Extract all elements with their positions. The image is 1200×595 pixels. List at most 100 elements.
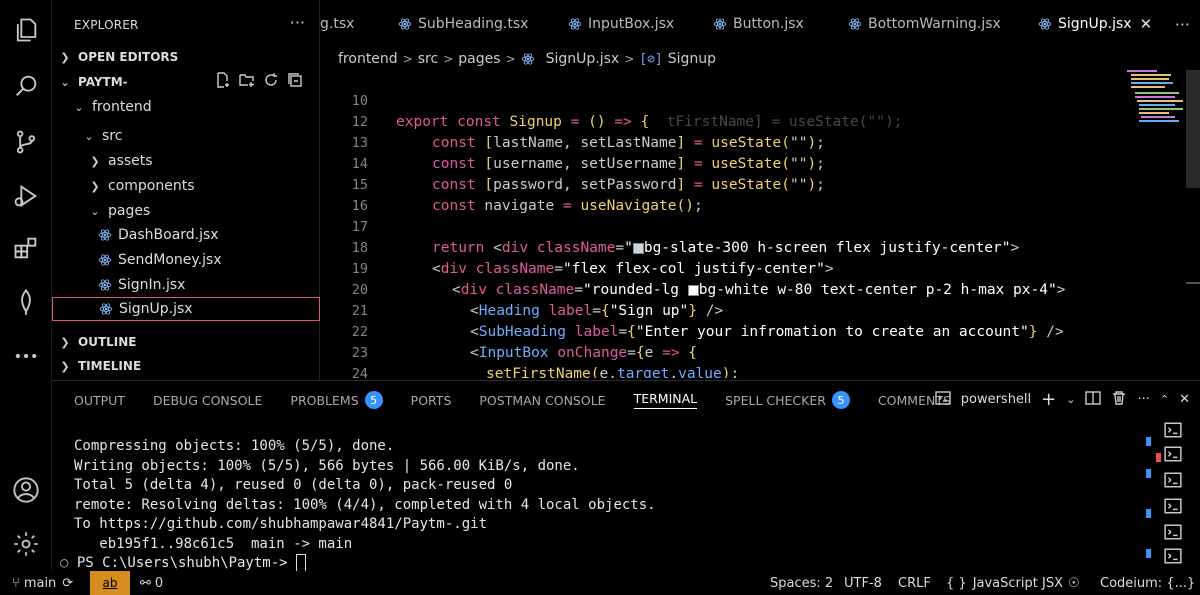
- codeium-status[interactable]: Codeium: {...}: [1100, 576, 1195, 591]
- code-line: 23 setFirstName(e.target.value);: [320, 322, 1180, 378]
- tree-item-pages[interactable]: ⌄ pages: [88, 199, 356, 223]
- account-icon[interactable]: [10, 474, 42, 506]
- tree-item-signup[interactable]: SignUp.jsx: [52, 297, 320, 321]
- tab-bottomwarning[interactable]: BottomWarning.jsx: [848, 0, 1001, 48]
- tab-subheading[interactable]: SubHeading.tsx: [398, 0, 528, 48]
- minimap[interactable]: [1125, 68, 1185, 138]
- breadcrumb-item[interactable]: Signup: [668, 51, 716, 67]
- breadcrumb-item[interactable]: src: [418, 51, 438, 67]
- terminal-instance-icon[interactable]: [1164, 445, 1184, 463]
- new-folder-icon[interactable]: [238, 71, 256, 89]
- outline-section[interactable]: ❯ OUTLINE: [58, 330, 326, 354]
- explorer-icon[interactable]: [10, 14, 42, 46]
- timeline-section[interactable]: ❯ TIMELINE: [58, 354, 326, 378]
- maximize-panel-icon[interactable]: ⌃: [1160, 393, 1169, 406]
- editor-scrollbar[interactable]: [1186, 70, 1200, 188]
- tree-item-frontend[interactable]: ⌄ frontend: [72, 95, 340, 119]
- breadcrumb-item[interactable]: frontend: [338, 51, 398, 67]
- spell-check-toggle[interactable]: ab: [90, 571, 130, 595]
- chevron-right-icon: ❯: [60, 359, 70, 373]
- refresh-icon[interactable]: [262, 71, 280, 89]
- indentation-indicator[interactable]: Spaces: 2: [770, 576, 833, 591]
- react-icon: [398, 17, 412, 31]
- source-control-icon[interactable]: [10, 126, 42, 158]
- code-line: 19 <div className="rounded-lg bg-white w…: [320, 238, 1180, 298]
- shell-name[interactable]: powershell: [961, 392, 1031, 407]
- collapse-all-icon[interactable]: [286, 71, 304, 89]
- terminal-instance-icon[interactable]: [1164, 523, 1184, 541]
- chevron-down-icon: ⌄: [90, 204, 100, 218]
- language-mode[interactable]: { } JavaScript JSX: [946, 576, 1063, 591]
- ports-indicator[interactable]: ⚯ 0: [140, 576, 163, 591]
- tab-ports[interactable]: PORTS: [411, 393, 452, 408]
- breadcrumb-separator: >: [624, 52, 635, 66]
- new-terminal-button[interactable]: +: [1041, 389, 1056, 410]
- tree-item-label: assets: [108, 153, 153, 169]
- tab-spell-checker[interactable]: SPELL CHECKER 5: [725, 391, 850, 409]
- tree-item-assets[interactable]: ❯ assets: [88, 149, 356, 173]
- activity-bar: [0, 0, 52, 571]
- new-file-icon[interactable]: [214, 71, 232, 89]
- breadcrumb-item[interactable]: SignUp.jsx: [546, 51, 620, 67]
- terminal-instance-icon[interactable]: [1164, 547, 1184, 565]
- run-debug-icon[interactable]: [10, 180, 42, 212]
- code-line: 22 <InputBox onChange={e => {: [320, 301, 1180, 361]
- code-line: 18 <div className="flex flex-col justify…: [320, 217, 1180, 277]
- trash-icon[interactable]: [1111, 390, 1127, 410]
- terminal-instance-icon[interactable]: [1164, 471, 1184, 489]
- tab-postman-console[interactable]: POSTMAN CONSOLE: [479, 393, 605, 408]
- bottom-panel: OUTPUT DEBUG CONSOLE PROBLEMS 5 PORTS POS…: [52, 380, 1200, 574]
- tabs-more-button[interactable]: ···: [1175, 15, 1190, 34]
- tree-item-src[interactable]: ⌄ src: [82, 124, 350, 148]
- spell-checker-count-badge: 5: [831, 391, 850, 409]
- tab-problems[interactable]: PROBLEMS 5: [290, 391, 383, 409]
- extensions-icon[interactable]: [10, 232, 42, 264]
- eol-indicator[interactable]: CRLF: [898, 576, 931, 591]
- terminal-line: Writing objects: 100% (5/5), 566 bytes |…: [74, 457, 580, 474]
- encoding-indicator[interactable]: UTF-8: [844, 576, 882, 591]
- tab-label: SignUp.jsx: [1058, 16, 1132, 32]
- tab-button[interactable]: Button.jsx: [713, 0, 804, 48]
- settings-gear-icon[interactable]: [10, 528, 42, 560]
- tree-item-label: DashBoard.jsx: [118, 227, 219, 243]
- explorer-more-button[interactable]: ···: [290, 13, 305, 32]
- tree-item-components[interactable]: ❯ components: [88, 174, 356, 198]
- tab-g-tsx[interactable]: g.tsx: [320, 0, 354, 48]
- scrollbar-marker: [1186, 282, 1200, 284]
- more-views-icon[interactable]: [10, 340, 42, 372]
- react-icon: [713, 17, 727, 31]
- tab-terminal[interactable]: TERMINAL: [633, 391, 698, 409]
- breadcrumb-item[interactable]: pages: [458, 51, 500, 67]
- chevron-down-icon[interactable]: ⌄: [1066, 393, 1075, 406]
- outline-label: OUTLINE: [78, 335, 137, 349]
- search-icon[interactable]: [10, 70, 42, 102]
- terminal-shell-icon: [935, 390, 951, 410]
- tab-inputbox[interactable]: InputBox.jsx: [568, 0, 674, 48]
- split-terminal-icon[interactable]: [1085, 390, 1102, 410]
- prompt-indicator-icon: ○: [60, 555, 77, 571]
- explorer-actions: [214, 71, 304, 89]
- terminal-instance-icon[interactable]: [1164, 497, 1184, 515]
- terminal-instance-icon[interactable]: [1164, 421, 1184, 439]
- chevron-down-icon: ⌄: [60, 75, 70, 89]
- symbol-variable-icon: [⊘]: [639, 51, 663, 67]
- tab-signup[interactable]: SignUp.jsx ✕: [1038, 0, 1152, 48]
- panel-tab-label: TERMINAL: [633, 391, 698, 406]
- panel-tab-label: POSTMAN CONSOLE: [479, 392, 606, 408]
- code-line: 12 const [lastName, setLastName] = useSt…: [320, 91, 1180, 151]
- close-panel-icon[interactable]: ✕: [1179, 392, 1190, 407]
- explorer-title: EXPLORER: [74, 18, 139, 32]
- code-editor[interactable]: 10 export const Signup = () => { tFirstN…: [320, 70, 1180, 378]
- branch-indicator[interactable]: ⑂ main ⟳: [12, 576, 73, 591]
- broadcast-icon: ⚯: [140, 575, 151, 591]
- terminal-output[interactable]: Compressing objects: 100% (5/5), done. W…: [60, 437, 656, 574]
- tab-output[interactable]: OUTPUT: [74, 393, 125, 408]
- more-actions-button[interactable]: ···: [1137, 392, 1149, 407]
- code-line: 21 <SubHeading label={"Enter your infrom…: [320, 280, 1180, 340]
- open-editors-section[interactable]: ❯ OPEN EDITORS: [58, 45, 326, 69]
- tab-debug-console[interactable]: DEBUG CONSOLE: [153, 393, 262, 408]
- copilot-icon[interactable]: ☉: [1068, 576, 1080, 591]
- mongodb-leaf-icon[interactable]: [10, 286, 42, 318]
- react-icon: [848, 17, 862, 31]
- close-icon[interactable]: ✕: [1140, 15, 1153, 33]
